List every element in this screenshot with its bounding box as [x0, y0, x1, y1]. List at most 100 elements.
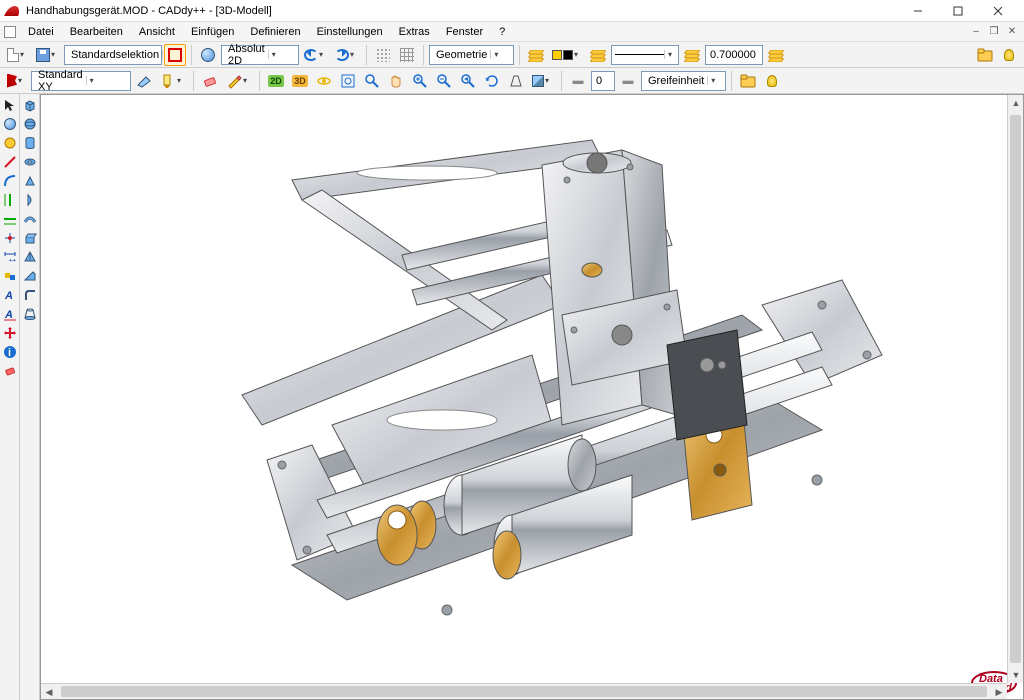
revolve-tool[interactable] — [21, 191, 39, 209]
mdi-minimize-button[interactable]: – — [968, 25, 984, 39]
new-document-button[interactable]: ▾ — [4, 44, 31, 66]
scrollbar-vertical[interactable]: ▲ ▼ — [1007, 95, 1023, 683]
menu-einfuegen[interactable]: Einfügen — [183, 24, 242, 40]
numeric-value: 0 — [596, 75, 602, 87]
scroll-up-icon[interactable]: ▲ — [1008, 95, 1024, 111]
wedge-tool[interactable] — [21, 267, 39, 285]
layer-visibility-button[interactable] — [587, 44, 609, 66]
ideas-button-2[interactable] — [761, 70, 783, 92]
view-flag-button[interactable]: ▾ — [4, 70, 29, 92]
mdi-restore-button[interactable]: ❐ — [986, 25, 1002, 39]
coordinate-globe-button[interactable] — [197, 44, 219, 66]
save-button[interactable]: ▾ — [33, 44, 62, 66]
menu-definieren[interactable]: Definieren — [242, 24, 308, 40]
ellipsoid-tool[interactable] — [21, 115, 39, 133]
extrude-tool[interactable] — [21, 229, 39, 247]
linetype-layer-button[interactable] — [681, 44, 703, 66]
spacer-dash-button-2[interactable]: ▬ — [617, 70, 639, 92]
menu-einstellungen[interactable]: Einstellungen — [309, 24, 391, 40]
folder-icon — [977, 47, 993, 63]
menu-ansicht[interactable]: Ansicht — [131, 24, 183, 40]
menu-help[interactable]: ? — [491, 24, 513, 40]
undo-button[interactable]: ▾ — [301, 44, 330, 66]
zoom-extents-button[interactable] — [337, 70, 359, 92]
plane-tool-button[interactable] — [133, 70, 155, 92]
zoom-out-button[interactable] — [433, 70, 455, 92]
pencil-button[interactable]: ▾ — [223, 70, 254, 92]
grid-button[interactable] — [396, 44, 418, 66]
redo-button[interactable]: ▾ — [332, 44, 361, 66]
numeric-field[interactable]: 0 — [591, 71, 615, 91]
dash-icon: ▬ — [573, 75, 584, 87]
selection-filter-button[interactable] — [164, 44, 186, 66]
tool-move[interactable] — [1, 324, 19, 342]
tool-world[interactable] — [1, 115, 19, 133]
scroll-left-icon[interactable]: ◀ — [41, 684, 57, 700]
minimize-button[interactable] — [898, 0, 938, 22]
tool-measure[interactable]: ↔ — [1, 248, 19, 266]
rebuild-button[interactable] — [481, 70, 503, 92]
eraser-button[interactable] — [199, 70, 221, 92]
layer-manager-button[interactable] — [525, 44, 547, 66]
render-mode-button[interactable]: ▾ — [529, 70, 556, 92]
snap-grid-button[interactable] — [372, 44, 394, 66]
prism-tool[interactable] — [21, 172, 39, 190]
tool-delete[interactable] — [1, 362, 19, 380]
scroll-thumb-vertical[interactable] — [1010, 115, 1021, 663]
menu-datei[interactable]: Datei — [20, 24, 62, 40]
zoom-previous-button[interactable] — [457, 70, 479, 92]
linetype-combo[interactable]: ▾ — [611, 45, 679, 65]
fillet-solid-tool[interactable] — [21, 286, 39, 304]
torus-tool[interactable] — [21, 153, 39, 171]
maximize-button[interactable] — [938, 0, 978, 22]
zoom-window-button[interactable] — [361, 70, 383, 92]
scroll-thumb-horizontal[interactable] — [61, 686, 987, 697]
orbit-button[interactable] — [313, 70, 335, 92]
loft-tool[interactable] — [21, 305, 39, 323]
solid-box-tool[interactable] — [21, 96, 39, 114]
tool-assembly[interactable] — [1, 267, 19, 285]
cube-icon — [532, 75, 544, 87]
layers-icon — [529, 49, 543, 61]
menu-fenster[interactable]: Fenster — [438, 24, 491, 40]
tool-surface-b[interactable]: A — [1, 305, 19, 323]
menu-bearbeiten[interactable]: Bearbeiten — [62, 24, 131, 40]
tool-blend[interactable] — [1, 172, 19, 190]
ideas-button[interactable] — [998, 44, 1020, 66]
part-library-button-2[interactable] — [737, 70, 759, 92]
close-button[interactable] — [978, 0, 1018, 22]
tool-sketch-vert[interactable] — [1, 191, 19, 209]
zoom-in-button[interactable] — [409, 70, 431, 92]
tool-grid-point[interactable] — [1, 229, 19, 247]
tool-line[interactable] — [1, 153, 19, 171]
linewidth-field[interactable]: 0.700000 — [705, 45, 763, 65]
scroll-down-icon[interactable]: ▼ — [1008, 667, 1024, 683]
highlight-button[interactable]: ▾ — [157, 70, 188, 92]
perspective-button[interactable] — [505, 70, 527, 92]
workplane-combo[interactable]: Standard XY▾ — [31, 71, 131, 91]
tool-sketch-horz[interactable] — [1, 210, 19, 228]
cylinder-tool[interactable] — [21, 134, 39, 152]
lineweight-layer-button[interactable] — [765, 44, 787, 66]
pan-button[interactable] — [385, 70, 407, 92]
component-combo[interactable]: Greifeinheit▾ — [641, 71, 726, 91]
tool-info[interactable]: i — [1, 343, 19, 361]
view-3d-button[interactable]: 3D — [289, 70, 311, 92]
mdi-close-button[interactable]: ✕ — [1004, 25, 1020, 39]
layer-combo[interactable]: Geometrie▾ — [429, 45, 514, 65]
part-library-button[interactable] — [974, 44, 996, 66]
viewport-3d[interactable]: Data Solid ▲ ▼ ◀ ▶ — [40, 94, 1024, 700]
pipe-tool[interactable] — [21, 210, 39, 228]
spacer-dash-button[interactable]: ▬ — [567, 70, 589, 92]
tool-edit-primitive[interactable] — [1, 134, 19, 152]
selection-mode-combo[interactable]: Standardselektion▾ — [64, 45, 162, 65]
tool-cursor[interactable] — [1, 96, 19, 114]
menu-extras[interactable]: Extras — [391, 24, 438, 40]
color-picker-button[interactable]: ▾ — [549, 44, 585, 66]
tool-surface-a[interactable]: A — [1, 286, 19, 304]
pyramid-tool[interactable] — [21, 248, 39, 266]
view-2d-button[interactable]: 2D — [265, 70, 287, 92]
scrollbar-horizontal[interactable]: ◀ ▶ — [41, 683, 1007, 699]
scroll-right-icon[interactable]: ▶ — [991, 684, 1007, 700]
coordinate-mode-combo[interactable]: Absolut 2D▾ — [221, 45, 299, 65]
